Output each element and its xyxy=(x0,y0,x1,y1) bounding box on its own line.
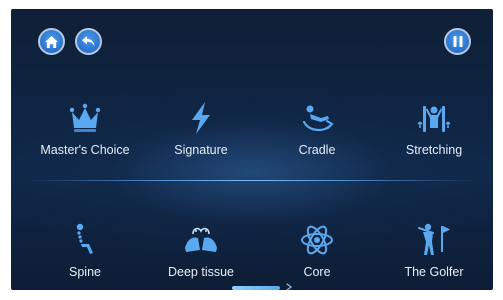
program-label: Spine xyxy=(69,265,101,279)
crown-icon xyxy=(69,103,101,132)
program-tile-stretching[interactable]: Stretching xyxy=(375,98,493,178)
kneading-hands-icon xyxy=(185,227,217,252)
reclining-person-icon xyxy=(302,105,334,132)
golfer-icon xyxy=(418,223,450,255)
stretching-person-icon xyxy=(417,106,451,132)
program-tile-core[interactable]: Core xyxy=(258,220,376,290)
chevron-right-icon[interactable] xyxy=(285,283,293,290)
program-label: Cradle xyxy=(298,143,336,157)
row-divider xyxy=(27,180,477,181)
program-label: Core xyxy=(303,265,331,279)
program-label: Deep tissue xyxy=(167,265,234,279)
program-grid: Master's Choice Signature Cradle Stretch… xyxy=(11,9,493,290)
program-tile-spine[interactable]: Spine xyxy=(26,220,144,290)
seated-spine-icon xyxy=(76,223,93,254)
atom-icon xyxy=(301,225,333,255)
massage-program-screen: Master's Choice Signature Cradle Stretch… xyxy=(11,9,493,290)
program-tile-cradle[interactable]: Cradle xyxy=(258,98,376,178)
lightning-bolt-icon xyxy=(192,102,210,134)
program-tile-deep-tissue[interactable]: Deep tissue xyxy=(142,220,260,290)
program-tile-signature[interactable]: Signature xyxy=(142,98,260,178)
program-tile-masters-choice[interactable]: Master's Choice xyxy=(26,98,144,178)
program-label: Master's Choice xyxy=(40,143,130,157)
page-indicator[interactable] xyxy=(232,286,280,290)
program-label: Stretching xyxy=(405,143,463,157)
program-label: Signature xyxy=(174,143,228,157)
program-label: The Golfer xyxy=(404,265,464,279)
program-tile-the-golfer[interactable]: The Golfer xyxy=(375,220,493,290)
